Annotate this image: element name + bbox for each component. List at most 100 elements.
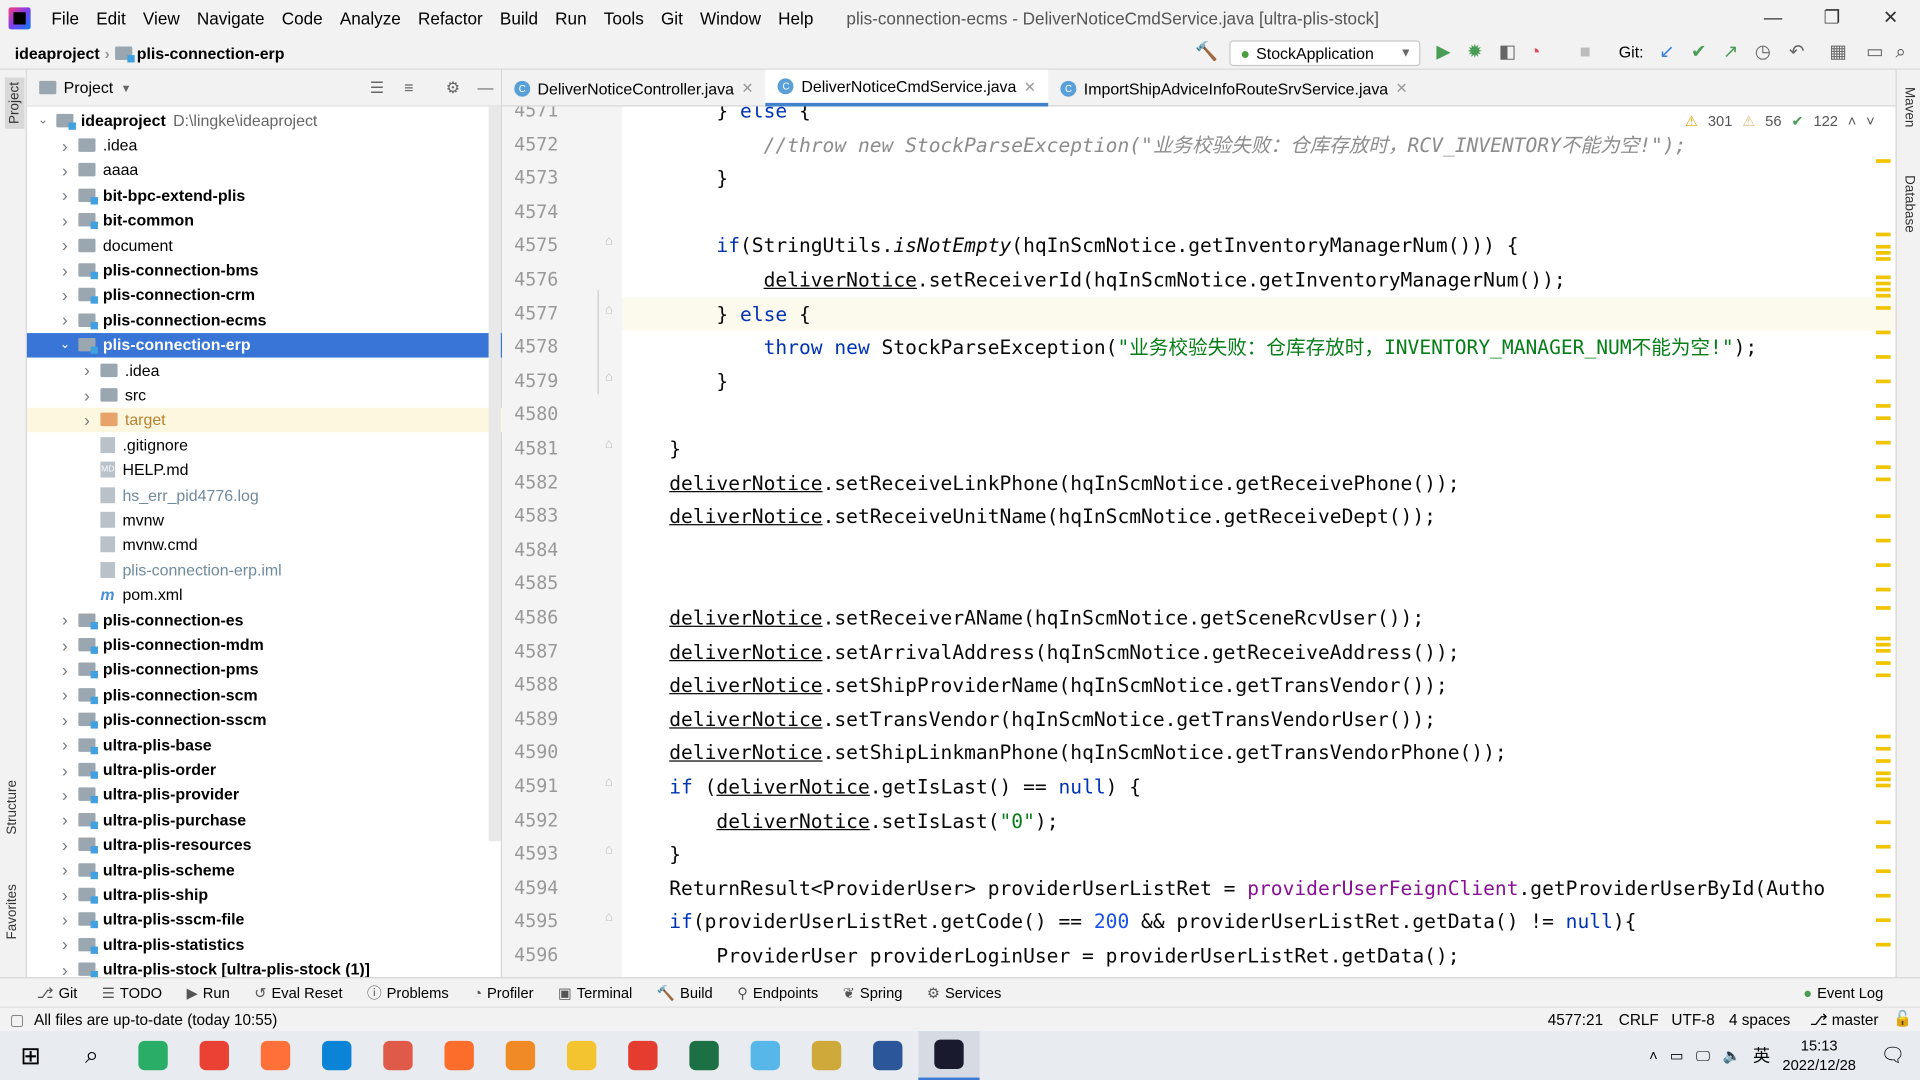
- fold-marker-icon[interactable]: ⌂: [605, 775, 613, 790]
- tool-problems[interactable]: ⓘ Problems: [367, 982, 449, 1003]
- tree-item[interactable]: › src: [27, 383, 502, 408]
- taskbar-app[interactable]: [306, 1031, 367, 1080]
- chevron-right-icon[interactable]: ›: [56, 260, 73, 280]
- menu-analyze[interactable]: Analyze: [331, 9, 409, 29]
- previous-highlight-icon[interactable]: ˄: [1848, 113, 1857, 130]
- build-hammer-icon[interactable]: 🔨: [1195, 42, 1218, 63]
- chevron-right-icon[interactable]: ›: [56, 910, 73, 930]
- chevron-right-icon[interactable]: ›: [56, 685, 73, 705]
- tree-item[interactable]: m pom.xml: [27, 582, 502, 607]
- chevron-down-icon[interactable]: ⌄: [56, 338, 73, 351]
- code-line[interactable]: }: [622, 162, 1895, 196]
- error-stripe[interactable]: [1873, 159, 1891, 967]
- line-separator[interactable]: CRLF: [1619, 1011, 1659, 1028]
- tree-item[interactable]: ⌄ plis-connection-erp: [26, 332, 503, 358]
- tree-item[interactable]: › ultra-plis-order: [27, 757, 502, 782]
- tool-profiler[interactable]: ◔ Profiler: [473, 984, 533, 1001]
- run-icon[interactable]: ▶: [1436, 42, 1450, 63]
- taskbar-app[interactable]: [857, 1031, 918, 1080]
- taskbar-app[interactable]: [367, 1031, 428, 1080]
- taskbar-app[interactable]: [184, 1031, 245, 1080]
- chevron-right-icon[interactable]: ›: [56, 660, 73, 680]
- rollback-icon[interactable]: ↶: [1789, 42, 1804, 63]
- tool-terminal[interactable]: ▣ Terminal: [558, 984, 632, 1001]
- tree-item[interactable]: › .idea: [27, 133, 502, 158]
- warning-mark[interactable]: [1875, 918, 1891, 923]
- tree-item[interactable]: mvnw: [27, 507, 502, 532]
- warning-mark[interactable]: [1875, 465, 1891, 469]
- tree-item[interactable]: › ultra-plis-resources: [27, 832, 502, 857]
- warning-mark[interactable]: [1875, 232, 1891, 237]
- menu-refactor[interactable]: Refactor: [409, 9, 491, 29]
- code-line[interactable]: if (deliverNotice.getIsLast() == null) {: [622, 770, 1895, 804]
- chevron-right-icon[interactable]: ›: [56, 235, 73, 255]
- tray-expand-icon[interactable]: ˄: [1649, 1047, 1658, 1064]
- tool-build[interactable]: 🔨 Build: [657, 984, 713, 1001]
- warning-mark[interactable]: [1875, 648, 1891, 653]
- code-line[interactable]: deliverNotice.setArrivalAddress(hqInScmN…: [622, 635, 1895, 669]
- code-line[interactable]: throw new StockParseException("业务校验失败：仓库…: [622, 331, 1895, 365]
- database-tool-button[interactable]: Database: [1902, 175, 1917, 233]
- clock[interactable]: 15:13 2022/12/28: [1782, 1036, 1856, 1075]
- editor-tab[interactable]: C ImportShipAdviceInfoRouteSrvService.jav…: [1048, 70, 1420, 107]
- fold-marker-icon[interactable]: ⌂: [605, 910, 613, 925]
- tree-item[interactable]: plis-connection-erp.iml: [27, 557, 502, 582]
- warning-mark[interactable]: [1875, 746, 1891, 751]
- history-icon[interactable]: ◷: [1755, 42, 1771, 63]
- gear-icon[interactable]: ⚙: [446, 78, 460, 98]
- taskbar-app[interactable]: [122, 1031, 183, 1080]
- minimize-button[interactable]: —: [1744, 0, 1803, 37]
- warning-mark[interactable]: [1875, 404, 1891, 408]
- warning-mark[interactable]: [1875, 477, 1891, 482]
- tree-item[interactable]: › plis-connection-scm: [27, 682, 502, 707]
- project-view-select[interactable]: Project: [64, 78, 114, 96]
- tool-services[interactable]: ⚙ Services: [927, 984, 1001, 1001]
- taskbar-app[interactable]: [673, 1031, 734, 1080]
- warning-mark[interactable]: [1875, 355, 1891, 359]
- menu-edit[interactable]: Edit: [88, 9, 135, 29]
- chevron-right-icon[interactable]: ›: [78, 385, 95, 405]
- event-log-button[interactable]: ● Event Log: [1803, 984, 1883, 1001]
- menu-run[interactable]: Run: [547, 9, 596, 29]
- tree-item[interactable]: hs_err_pid4776.log: [27, 482, 502, 507]
- chevron-right-icon[interactable]: ›: [56, 885, 73, 905]
- warning-mark[interactable]: [1875, 759, 1891, 763]
- tree-item[interactable]: › ultra-plis-scheme: [27, 857, 502, 882]
- warning-mark[interactable]: [1875, 287, 1891, 292]
- notification-icon[interactable]: 🗨: [1880, 1043, 1905, 1067]
- tree-scrollbar[interactable]: [488, 106, 501, 842]
- chevron-right-icon[interactable]: ›: [56, 760, 73, 780]
- menu-git[interactable]: Git: [652, 9, 691, 29]
- warning-mark[interactable]: [1875, 251, 1891, 255]
- code-line[interactable]: }: [622, 365, 1895, 399]
- chevron-right-icon[interactable]: ›: [56, 835, 73, 855]
- tree-item[interactable]: › target: [26, 407, 503, 433]
- editor-tab[interactable]: C DeliverNoticeController.java ✕: [502, 70, 766, 107]
- chevron-right-icon[interactable]: ›: [56, 160, 73, 180]
- chevron-right-icon[interactable]: ›: [56, 285, 73, 305]
- warning-mark[interactable]: [1875, 514, 1891, 518]
- tree-item[interactable]: › plis-connection-sscm: [27, 707, 502, 732]
- code-line[interactable]: } else {: [622, 297, 1896, 331]
- battery-icon[interactable]: ▭: [1670, 1047, 1684, 1064]
- taskbar-app[interactable]: [490, 1031, 551, 1080]
- taskbar-app[interactable]: [918, 1031, 980, 1080]
- warning-mark[interactable]: [1875, 293, 1891, 298]
- next-highlight-icon[interactable]: ˅: [1866, 113, 1875, 130]
- caret-position[interactable]: 4577:21: [1548, 1011, 1603, 1028]
- warning-mark[interactable]: [1875, 281, 1891, 286]
- tree-item[interactable]: › .idea: [27, 358, 502, 383]
- tree-item[interactable]: › plis-connection-bms: [27, 258, 502, 283]
- tree-item[interactable]: › plis-connection-es: [27, 607, 502, 632]
- tree-item[interactable]: › plis-connection-mdm: [27, 632, 502, 657]
- taskbar-app[interactable]: [245, 1031, 306, 1080]
- debug-icon[interactable]: ✹: [1467, 42, 1482, 63]
- taskbar-app[interactable]: [429, 1031, 490, 1080]
- code-line[interactable]: }: [622, 838, 1895, 872]
- tree-item[interactable]: .gitignore: [27, 432, 502, 457]
- tree-item[interactable]: › ultra-plis-provider: [27, 782, 502, 807]
- warning-mark[interactable]: [1875, 379, 1891, 384]
- tree-item[interactable]: mvnw.cmd: [27, 532, 502, 557]
- code-editor[interactable]: } else { //throw new StockParseException…: [622, 106, 1896, 978]
- network-icon[interactable]: 🖵: [1696, 1046, 1710, 1064]
